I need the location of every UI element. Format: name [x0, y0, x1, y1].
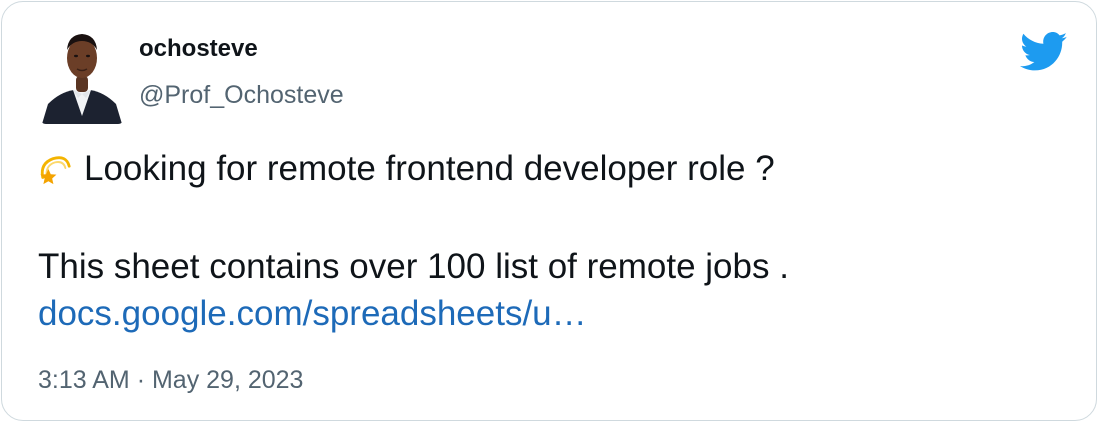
user-handle[interactable]: @Prof_Ochosteve — [139, 81, 344, 110]
tweet-time: 3:13 AM — [38, 366, 130, 394]
tweet-link[interactable]: docs.google.com/spreadsheets/u… — [38, 294, 587, 334]
tweet-card[interactable]: ochosteve @Prof_Ochosteve Looking for re… — [1, 1, 1097, 421]
meta-separator: · — [136, 366, 146, 394]
tweet-text-1: Looking for remote frontend developer ro… — [84, 149, 775, 188]
avatar-image — [40, 24, 124, 124]
tweet-text-line-1: Looking for remote frontend developer ro… — [38, 149, 775, 189]
tweet-date: May 29, 2023 — [151, 366, 304, 394]
twitter-bird-icon[interactable] — [1020, 32, 1068, 72]
tweet-timestamp[interactable]: 3:13 AM · May 29, 2023 — [38, 366, 303, 395]
dizzy-star-icon — [40, 156, 71, 185]
display-name[interactable]: ochosteve — [139, 35, 258, 63]
tweet-text-line-2: This sheet contains over 100 list of rem… — [38, 247, 789, 286]
avatar[interactable] — [40, 24, 124, 124]
